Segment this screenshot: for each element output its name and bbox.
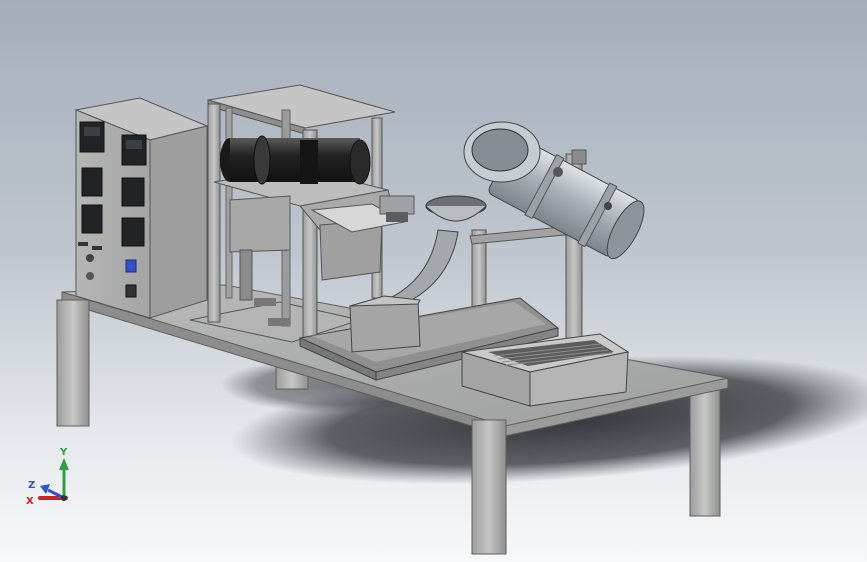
- heater-barrel: [220, 135, 371, 185]
- cad-viewport[interactable]: Y Z X: [0, 0, 867, 562]
- y-axis-label: Y: [59, 447, 68, 458]
- control-cabinet: [74, 97, 209, 319]
- z-axis-label: Z: [28, 480, 35, 491]
- x-axis-label: X: [26, 496, 34, 506]
- axis-triad: Y Z X: [26, 447, 69, 506]
- machine-3d-model[interactable]: [0, 0, 867, 562]
- coating-drum: [463, 121, 645, 260]
- cooling-box: [349, 295, 421, 353]
